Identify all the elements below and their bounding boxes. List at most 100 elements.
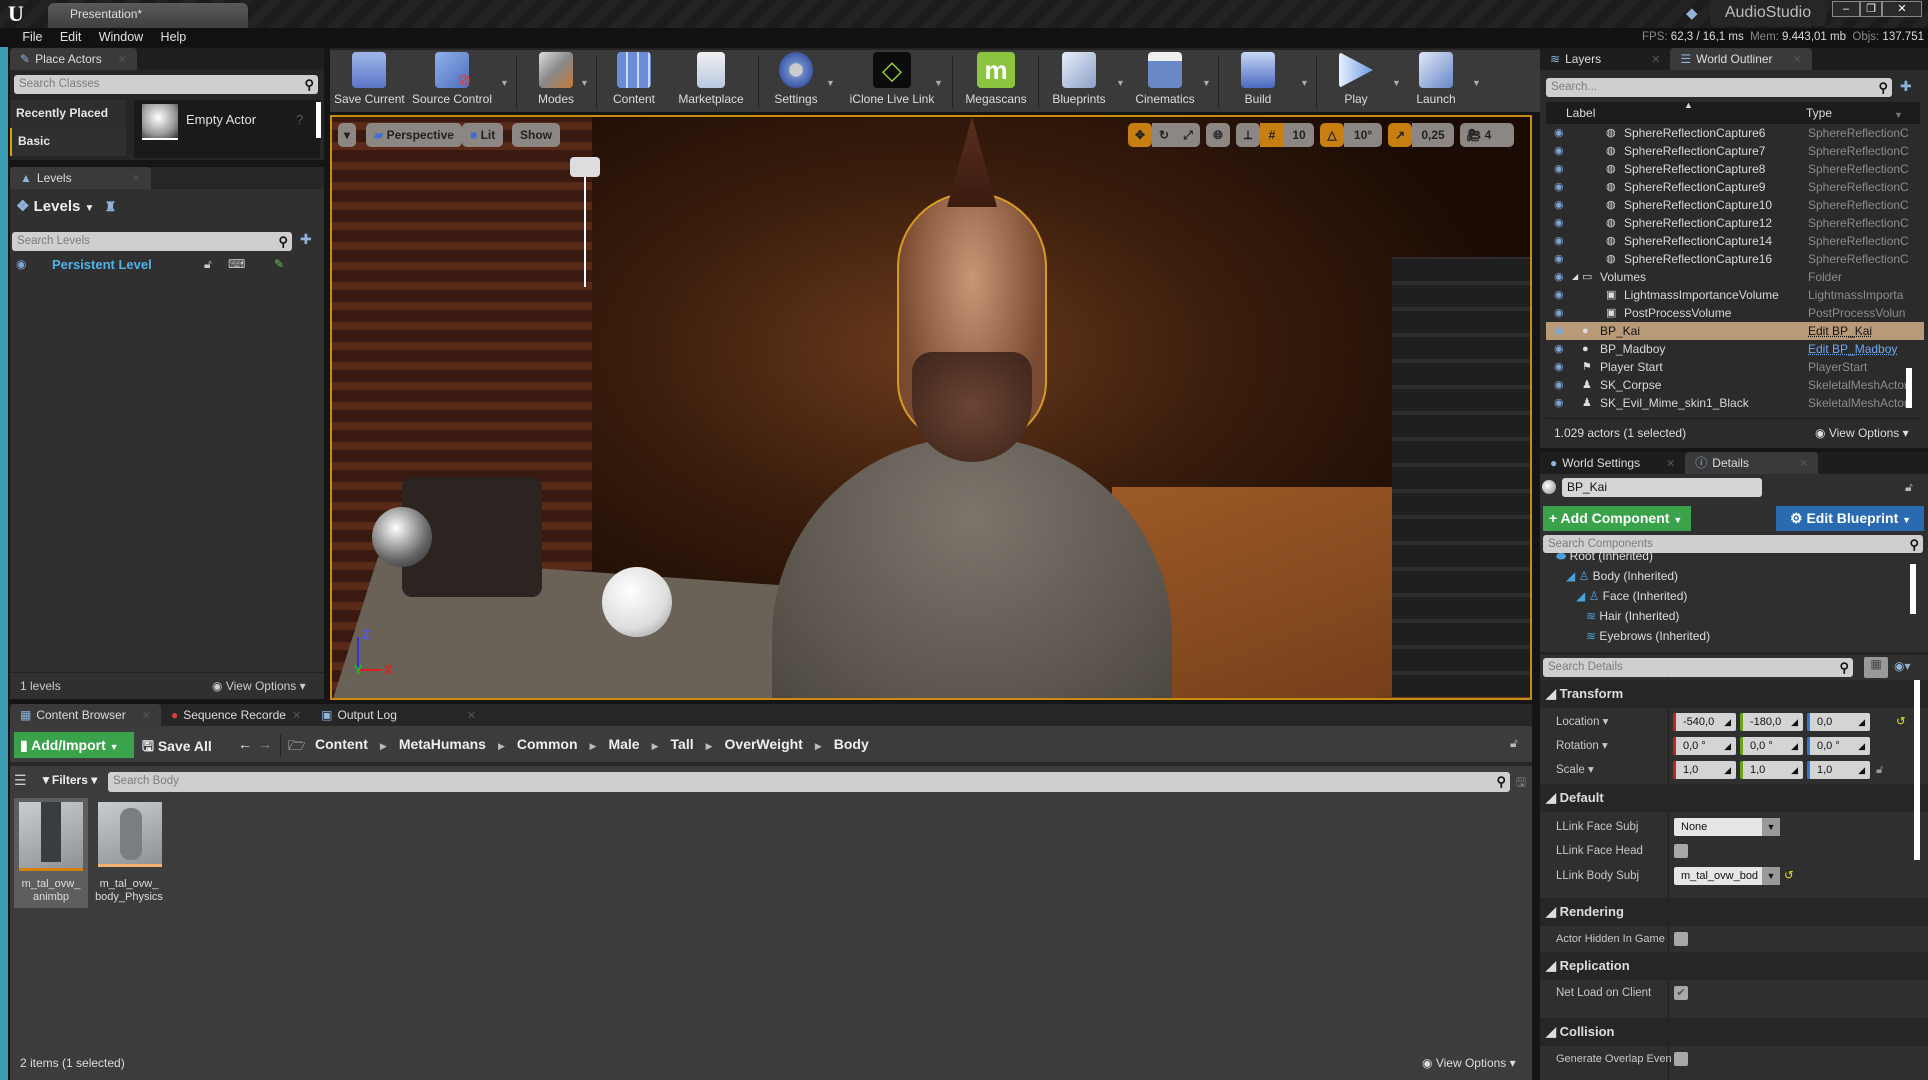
section-replication[interactable]: ◢ Replication — [1540, 952, 1928, 980]
modes-button[interactable]: Modes — [526, 52, 586, 110]
search-classes-input[interactable]: Search Classes ⚲ — [14, 75, 318, 94]
blueprints-dropdown-icon[interactable]: ▼ — [1116, 78, 1125, 88]
filters-button[interactable]: ▼Filters ▾ — [40, 773, 97, 787]
breadcrumb-separator-icon[interactable]: ▶ — [498, 741, 505, 752]
close-tab-icon[interactable]: ✕ — [467, 710, 476, 722]
section-collision[interactable]: ◢ Collision — [1540, 1018, 1928, 1046]
close-tab-icon[interactable]: ✕ — [1651, 54, 1660, 66]
close-tab-icon[interactable]: ✕ — [1799, 458, 1808, 470]
column-label[interactable]: Label — [1566, 106, 1595, 120]
reflection-sphere[interactable] — [602, 567, 672, 637]
reflection-sphere[interactable] — [372, 507, 432, 567]
character-body[interactable] — [772, 437, 1172, 698]
outliner-row[interactable]: ◉ ◍ SphereReflectionCapture16 SphereReflect… — [1546, 250, 1924, 268]
visibility-eye-icon[interactable]: ◉ — [16, 257, 26, 271]
tab-levels[interactable]: ▲ Levels ✕ — [10, 167, 151, 189]
spotlight[interactable] — [570, 157, 600, 177]
outliner-row[interactable]: ◉ ◍ SphereReflectionCapture12 SphereReflect… — [1546, 214, 1924, 232]
outliner-row[interactable]: ◉ ▣ LightmassImportanceVolume LightmassImpo… — [1546, 286, 1924, 304]
launch-dropdown-icon[interactable]: ▼ — [1472, 78, 1481, 88]
outliner-row[interactable]: ◉ ◍ SphereReflectionCapture8 SphereReflecti… — [1546, 160, 1924, 178]
outliner-search-input[interactable]: Search... ⚲ — [1546, 78, 1892, 97]
asset-tile-body-physics[interactable]: m_tal_ovw_ body_Physics — [92, 798, 166, 908]
outliner-row[interactable]: ◉ ♟ SK_Evil_Mime_skin1_Black SkeletalMeshAc… — [1546, 394, 1924, 412]
menu-window[interactable]: Window — [92, 28, 150, 47]
reset-to-default-icon[interactable]: ↺ — [1784, 863, 1794, 889]
search-levels-input[interactable]: Search Levels ⚲ — [12, 232, 292, 251]
rotate-mode-icon[interactable]: ↻ — [1152, 123, 1176, 147]
build-button[interactable]: Build — [1228, 52, 1288, 110]
surface-snap-icon[interactable]: ⟂ — [1236, 123, 1260, 147]
grid-snap-icon[interactable]: # — [1260, 123, 1284, 147]
location-label[interactable]: Location — [1556, 716, 1599, 728]
level-row[interactable]: ◉ Persistent Level 🔓︎ ⌨ ✎ — [10, 255, 320, 275]
lock-icon[interactable]: 🔓︎ — [1905, 480, 1913, 495]
forward-button[interactable]: → — [258, 736, 272, 752]
edit-blueprint-link[interactable]: Edit BP_Madboy — [1808, 340, 1916, 358]
scale-snap-icon[interactable]: ↗ — [1388, 123, 1412, 147]
search-details-input[interactable]: Search Details ⚲ — [1543, 658, 1853, 677]
level-details-icon[interactable]: ♜ — [105, 199, 117, 214]
visibility-eye-icon[interactable]: ◉ — [1554, 250, 1564, 268]
breadcrumb-separator-icon[interactable]: ▶ — [706, 741, 713, 752]
show-button[interactable]: Show — [512, 123, 560, 147]
outliner-row[interactable]: ◉ ● BP_Madboy Edit BP_Madboy — [1546, 340, 1924, 358]
menu-file[interactable]: File — [15, 28, 49, 47]
content-view-options[interactable]: ◉ View Options ▾ — [1422, 1056, 1516, 1070]
empty-actor-label[interactable]: Empty Actor — [186, 112, 256, 127]
tab-layers[interactable]: ≋ Layers ✕ — [1540, 48, 1670, 70]
play-dropdown-icon[interactable]: ▼ — [1392, 78, 1401, 88]
marketplace-button[interactable]: Marketplace — [674, 52, 748, 110]
details-scrollbar[interactable] — [1914, 680, 1920, 860]
component-item[interactable]: ⬬ Root (Inherited) — [1556, 552, 1653, 566]
category-basic[interactable]: Basic — [10, 128, 126, 156]
visibility-eye-icon[interactable]: ◉ — [1554, 142, 1564, 160]
gamepad-icon[interactable]: ⌨ — [228, 257, 245, 271]
column-options-icon[interactable]: ▼ — [1894, 110, 1903, 120]
visibility-eye-icon[interactable]: ◉ — [1554, 214, 1564, 232]
add-folder-icon[interactable]: ✚ — [1900, 78, 1912, 95]
tab-content-browser[interactable]: ▦ Content Browser ✕ — [10, 704, 161, 726]
lock-icon[interactable]: 🔓︎ — [1510, 736, 1518, 751]
breadcrumb-separator-icon[interactable]: ▶ — [590, 741, 597, 752]
source-control-button[interactable]: ⊘ Source Control — [410, 52, 494, 110]
location-x-field[interactable]: -540,0 ◢ — [1673, 713, 1736, 731]
save-current-button[interactable]: Save Current — [334, 52, 405, 110]
component-item[interactable]: ◢ ♙ Body (Inherited) — [1566, 566, 1678, 586]
visibility-eye-icon[interactable]: ◉ — [1554, 358, 1564, 376]
close-tab-icon[interactable]: ✕ — [142, 710, 151, 722]
scrollbar[interactable] — [316, 102, 321, 138]
outliner-row[interactable]: ◉ ● BP_Kai Edit BP_Kai — [1546, 322, 1924, 340]
rotation-y-field[interactable]: 0,0 ° ◢ — [1740, 737, 1803, 755]
play-button[interactable]: Play — [1326, 52, 1386, 110]
breadcrumb-item[interactable]: Tall — [671, 736, 694, 752]
actor-name-input[interactable]: BP_Kai — [1562, 478, 1762, 497]
add-component-button[interactable]: + Add Component ▼ — [1543, 506, 1691, 531]
content-button[interactable]: Content — [606, 52, 662, 110]
visibility-eye-icon[interactable]: ◉ — [1554, 394, 1564, 412]
expand-arrow-icon[interactable]: ◢ — [1572, 268, 1578, 286]
tab-sequence-recorder[interactable]: ● Sequence Recorde ✕ — [161, 704, 311, 726]
megascans-button[interactable]: m Megascans — [960, 52, 1032, 110]
cinematics-dropdown-icon[interactable]: ▼ — [1202, 78, 1211, 88]
grid-snap-value[interactable]: 10 — [1284, 123, 1314, 147]
reset-to-default-icon[interactable]: ↺ — [1896, 709, 1906, 735]
component-item[interactable]: ≋ Eyebrows (Inherited) — [1586, 626, 1710, 646]
outliner-scrollbar[interactable] — [1906, 368, 1912, 408]
modes-dropdown-icon[interactable]: ▼ — [580, 78, 589, 88]
lock-icon[interactable]: 🔓︎ — [204, 257, 212, 272]
edit-blueprint-button[interactable]: ⚙ Edit Blueprint ▼ — [1776, 506, 1924, 531]
face-head-checkbox[interactable] — [1674, 844, 1688, 858]
empty-actor-thumbnail[interactable] — [142, 104, 178, 140]
lit-button[interactable]: ■ Lit — [462, 123, 504, 147]
visibility-eye-icon[interactable]: ◉ — [1554, 340, 1564, 358]
outliner-view-options[interactable]: ◉ View Options ▾ — [1815, 426, 1909, 440]
settings-button[interactable]: Settings — [766, 52, 826, 110]
persistent-level-label[interactable]: Persistent Level — [52, 257, 152, 272]
cinematics-button[interactable]: Cinematics — [1130, 52, 1200, 110]
scale-x-field[interactable]: 1,0 ◢ — [1673, 761, 1736, 779]
outliner-row[interactable]: ◉ ◍ SphereReflectionCapture10 SphereReflect… — [1546, 196, 1924, 214]
scale-mode-icon[interactable]: ⤢ — [1176, 123, 1200, 147]
camera-speed-button[interactable]: 🎥︎ 4 — [1460, 123, 1514, 147]
visibility-eye-icon[interactable]: ◉ — [1554, 322, 1564, 340]
